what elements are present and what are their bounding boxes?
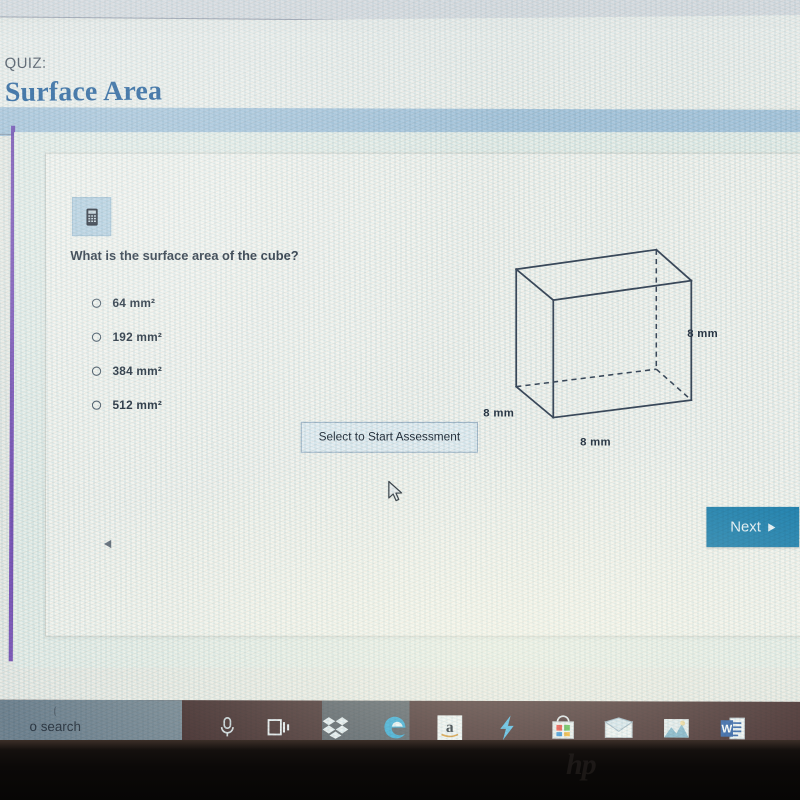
dropbox-icon[interactable] (319, 711, 352, 744)
answer-options: 64 mm² 192 mm² 384 mm² 512 mm² (91, 286, 401, 422)
dimension-label-right: 8 mm (687, 327, 719, 341)
caret-right-icon (768, 522, 776, 532)
dimension-label-bottom: 8 mm (580, 436, 611, 449)
quiz-kicker: QUIZ: (4, 55, 47, 73)
option-row-2[interactable]: 192 mm² (91, 320, 401, 354)
hp-logo: hp (566, 748, 597, 781)
option-label-3: 384 mm² (112, 365, 163, 378)
radio-button-1[interactable] (91, 298, 102, 308)
dimension-label-left: 8 mm (483, 407, 515, 420)
cube-diagram-icon (514, 248, 693, 419)
microphone-icon[interactable] (211, 711, 244, 744)
radio-button-2[interactable] (91, 332, 102, 342)
calculator-icon (85, 208, 98, 226)
svg-text:a: a (446, 719, 454, 736)
previous-arrow-icon[interactable] (104, 539, 112, 549)
laptop-screen: QUIZ: Surface Area What is the surface a… (0, 0, 800, 761)
question-text: What is the surface area of the cube? (70, 248, 299, 264)
mouse-cursor-icon (388, 480, 403, 502)
calculator-button[interactable] (72, 197, 112, 237)
option-label-4: 512 mm² (112, 398, 163, 412)
option-row-3[interactable]: 384 mm² (91, 354, 401, 388)
task-view-icon[interactable] (262, 711, 295, 744)
cube-figure: 8 mm 8 mm 8 mm (473, 232, 761, 464)
svg-text:W: W (722, 724, 733, 736)
next-button[interactable]: Next (706, 506, 800, 548)
radio-button-3[interactable] (91, 366, 102, 376)
option-label-2: 192 mm² (112, 331, 163, 344)
page-title: Surface Area (4, 74, 163, 108)
page-header: QUIZ: Surface Area (0, 27, 800, 116)
bezel-sheen (0, 740, 800, 750)
radio-button-4[interactable] (91, 400, 102, 410)
option-row-1[interactable]: 64 mm² (91, 286, 401, 320)
assessment-tooltip: Select to Start Assessment (300, 421, 478, 453)
next-button-label: Next (730, 518, 761, 536)
option-row-4[interactable]: 512 mm² (91, 388, 401, 422)
option-label-1: 64 mm² (112, 297, 156, 310)
